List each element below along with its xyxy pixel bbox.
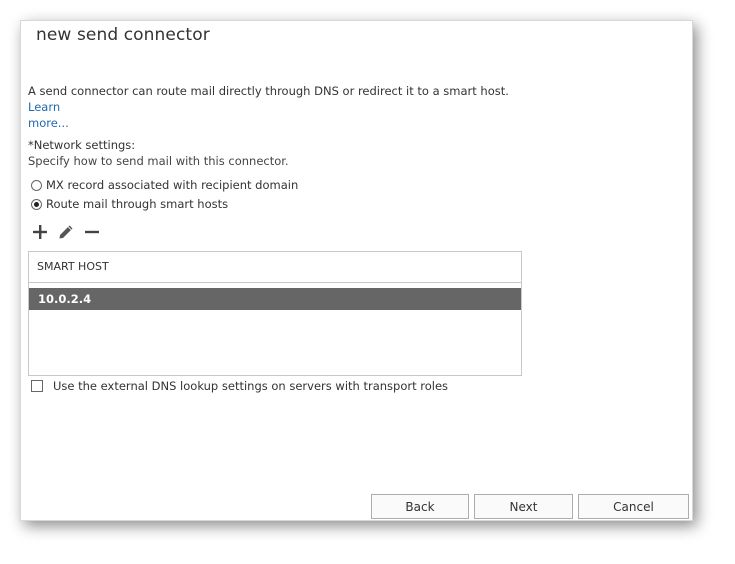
dns-lookup-checkbox[interactable] [31,380,43,392]
radio-button-unselected[interactable] [31,179,42,191]
smart-host-column-header[interactable]: SMART HOST [29,252,521,283]
table-row[interactable]: 10.0.2.4 [29,288,521,310]
cancel-button[interactable]: Cancel [578,494,689,519]
back-button[interactable]: Back [371,494,469,519]
edit-smart-host-button[interactable] [56,222,76,242]
radio-dot [34,201,39,207]
minus-icon [85,230,99,234]
remove-smart-host-button[interactable] [82,222,102,242]
pencil-icon [59,225,73,239]
network-settings-sublabel: Specify how to send mail with this conne… [28,154,289,168]
radio-smart-hosts[interactable]: Route mail through smart hosts [31,197,228,211]
smart-host-toolbar [30,222,108,242]
learn-more-text-1: Learn [28,100,61,114]
dns-lookup-label: Use the external DNS lookup settings on … [53,379,449,393]
plus-icon [33,225,47,239]
radio-button-selected[interactable] [31,198,42,210]
dialog-description: A send connector can route mail directly… [28,83,518,131]
next-button[interactable]: Next [474,494,573,519]
smart-host-table: SMART HOST 10.0.2.4 [28,251,522,376]
network-settings-label: *Network settings: [28,138,136,152]
dns-lookup-option[interactable]: Use the external DNS lookup settings on … [31,379,448,393]
dialog-title: new send connector [36,25,210,45]
learn-more-text-2: more... [28,116,69,130]
description-text: A send connector can route mail directly… [28,84,509,98]
new-send-connector-dialog: new send connector A send connector can … [20,20,693,521]
add-smart-host-button[interactable] [30,222,50,242]
learn-more-link[interactable]: Learn more... [28,100,69,130]
radio-smart-hosts-label: Route mail through smart hosts [46,197,229,211]
radio-mx-record-label: MX record associated with recipient doma… [46,178,299,192]
radio-mx-record[interactable]: MX record associated with recipient doma… [31,178,298,192]
